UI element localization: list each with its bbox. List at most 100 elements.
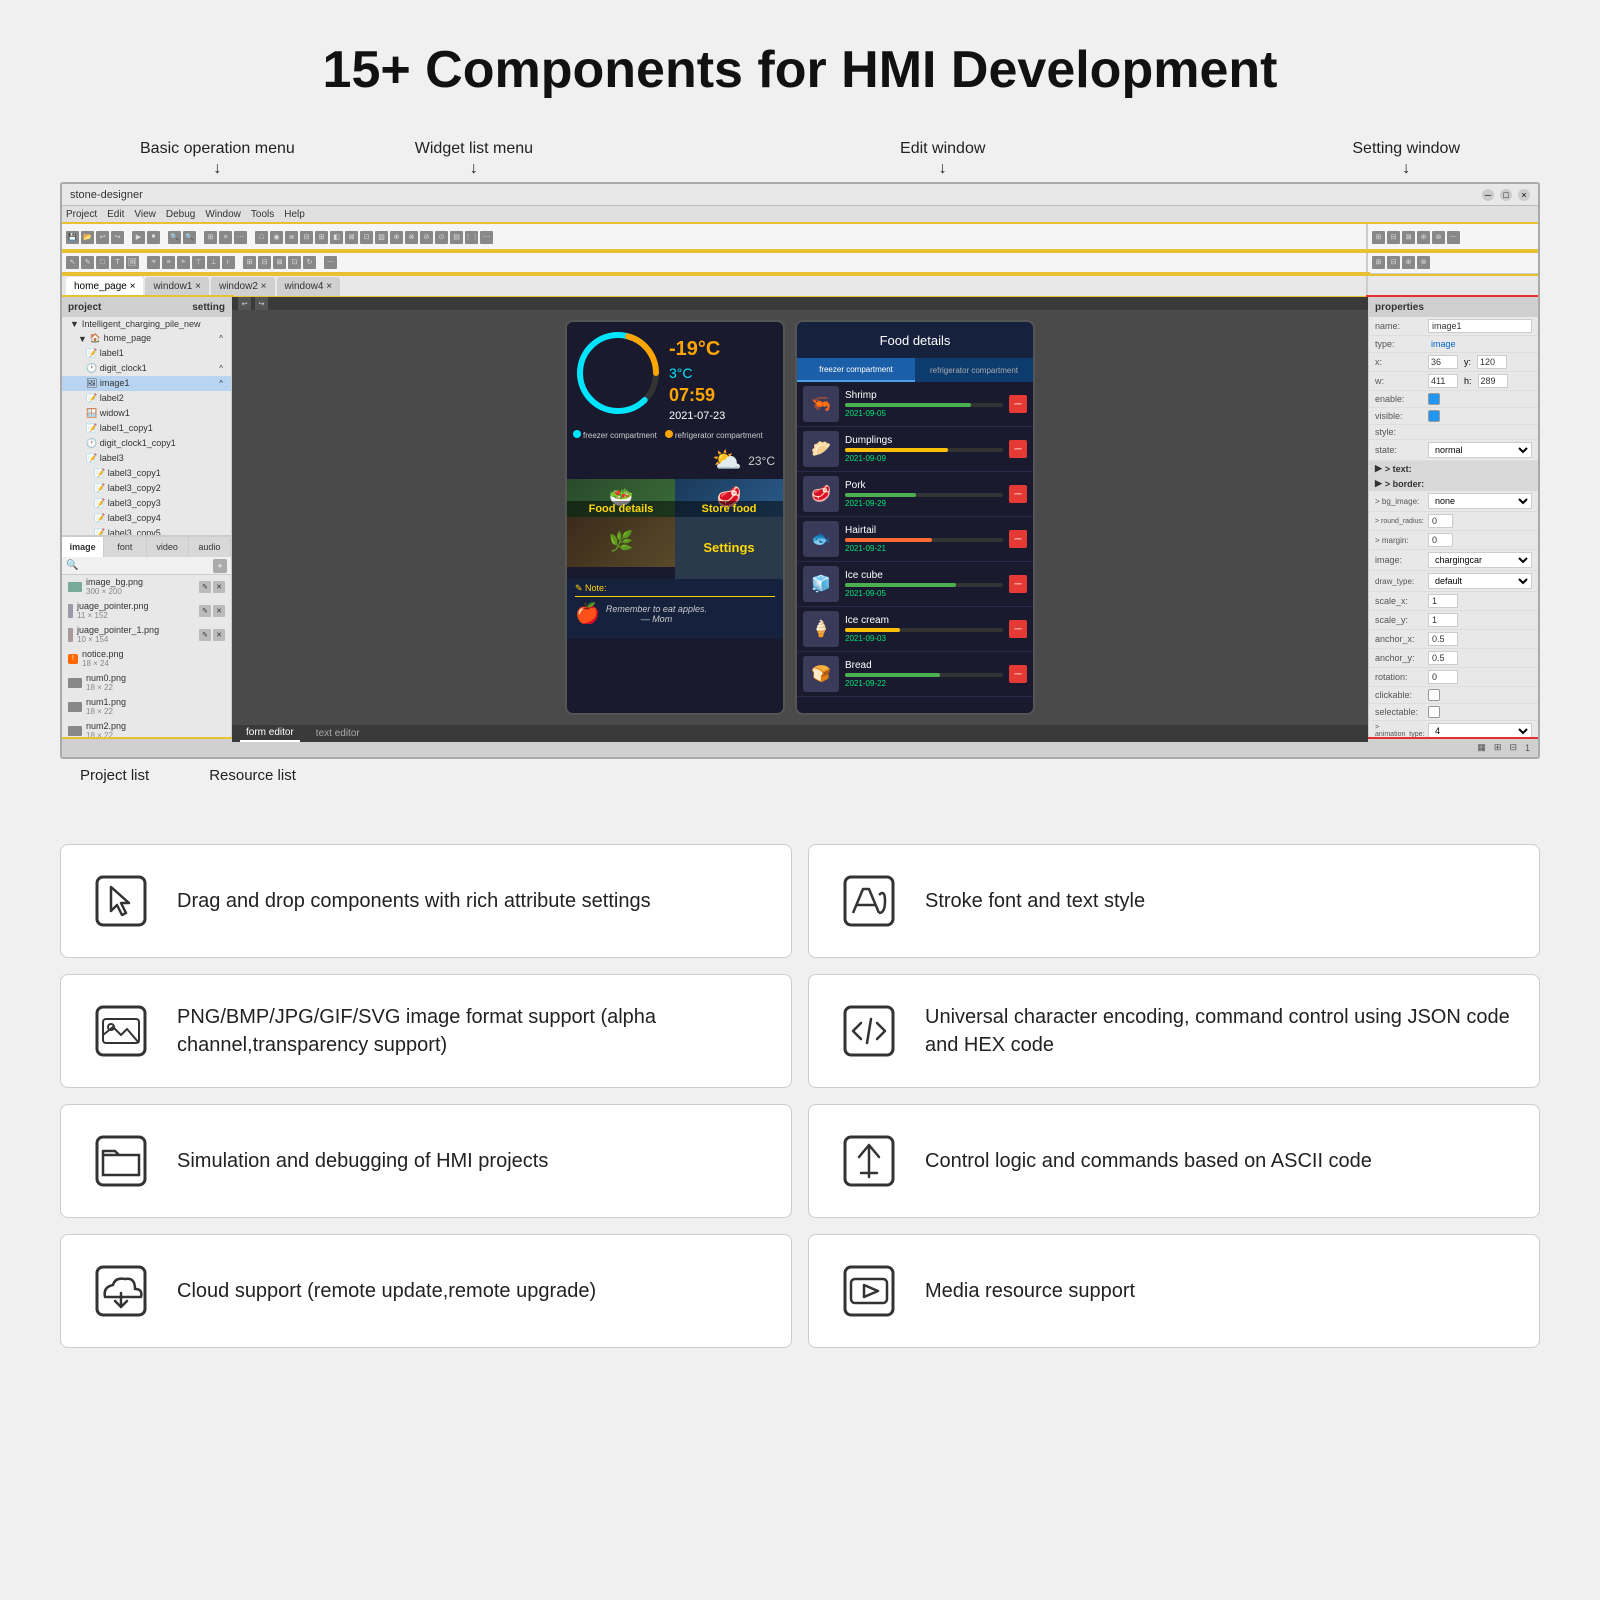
menu-edit[interactable]: Edit: [107, 209, 124, 220]
minimize-button[interactable]: ─: [1482, 189, 1494, 201]
tab-home-page[interactable]: home_page ×: [66, 277, 143, 296]
food-detail-btn[interactable]: 🥗 Food details: [567, 479, 675, 517]
tree-item-label3-copy1[interactable]: 📝 label3_copy1: [62, 466, 231, 481]
res-edit-btn2[interactable]: ✎: [199, 605, 211, 617]
tool-widget3[interactable]: ≣: [285, 231, 298, 244]
tree-item-label3-copy2[interactable]: 📝 label3_copy2: [62, 481, 231, 496]
rtool-1[interactable]: ⊞: [1372, 231, 1385, 244]
res-edit-btn3[interactable]: ✎: [199, 629, 211, 641]
settings-btn[interactable]: Settings: [675, 517, 783, 580]
t2-more[interactable]: ⋯: [324, 256, 337, 269]
tool-widget8[interactable]: ⊡: [360, 231, 373, 244]
prop-visible-checkbox[interactable]: [1428, 410, 1440, 422]
ice-cream-delete-btn[interactable]: ─: [1009, 620, 1027, 638]
rtool-5[interactable]: ⊗: [1432, 231, 1445, 244]
canvas-redo[interactable]: ↪: [255, 297, 268, 310]
t2-pen[interactable]: ✎: [81, 256, 94, 269]
prop-name-input[interactable]: [1428, 319, 1532, 333]
resource-search-input[interactable]: [82, 561, 209, 571]
tree-item-label1[interactable]: 📝 label1: [62, 346, 231, 361]
tool-widget14[interactable]: ▤: [450, 231, 463, 244]
rt2-4[interactable]: ⊗: [1417, 256, 1430, 269]
tool-widget4[interactable]: ⊟: [300, 231, 313, 244]
tool-widget1[interactable]: □: [255, 231, 268, 244]
tree-item-label3-copy4[interactable]: 📝 label3_copy4: [62, 511, 231, 526]
prop-state-select[interactable]: normal: [1428, 442, 1532, 458]
rtool-3[interactable]: ⊠: [1402, 231, 1415, 244]
tool-widget10[interactable]: ⊕: [390, 231, 403, 244]
tool-save[interactable]: 💾: [66, 231, 79, 244]
tab-window1[interactable]: window1 ×: [145, 277, 209, 296]
tool-widget9[interactable]: ▨: [375, 231, 388, 244]
close-button[interactable]: ×: [1518, 189, 1530, 201]
prop-y-input[interactable]: [1477, 355, 1507, 369]
freezer-tab[interactable]: freezer compartment: [797, 358, 915, 382]
prop-scale-x-input[interactable]: [1428, 594, 1458, 608]
res-delete-btn2[interactable]: ✕: [213, 605, 225, 617]
tool-widget12[interactable]: ⊘: [420, 231, 433, 244]
tool-undo[interactable]: ↩: [96, 231, 109, 244]
tool-open[interactable]: 📂: [81, 231, 94, 244]
t2-flip[interactable]: ⊡: [288, 256, 301, 269]
prop-draw-type-select[interactable]: default: [1428, 573, 1532, 589]
refrigerator-tab[interactable]: refrigerator compartment: [915, 358, 1033, 382]
canvas-undo[interactable]: ↩: [238, 297, 251, 310]
canvas-tab-text[interactable]: text editor: [310, 726, 366, 741]
tree-item-label1-copy1[interactable]: 📝 label1_copy1: [62, 421, 231, 436]
t2-distribute[interactable]: ⊠: [273, 256, 286, 269]
rt2-1[interactable]: ⊞: [1372, 256, 1385, 269]
canvas-tab-form[interactable]: form editor: [240, 725, 300, 742]
tree-item-root[interactable]: ▼Intelligent_charging_pile_new: [62, 317, 231, 331]
rtool-2[interactable]: ⊟: [1387, 231, 1400, 244]
prop-clickable-checkbox[interactable]: [1428, 689, 1440, 701]
tool-run[interactable]: ▶: [132, 231, 145, 244]
tool-widget6[interactable]: ◧: [330, 231, 343, 244]
maximize-button[interactable]: □: [1500, 189, 1512, 201]
tool-redo[interactable]: ↪: [111, 231, 124, 244]
tool-widget2[interactable]: ◉: [270, 231, 283, 244]
resource-add-button[interactable]: +: [213, 559, 227, 573]
tool-more1[interactable]: ⋯: [234, 231, 247, 244]
menu-project[interactable]: Project: [66, 209, 97, 220]
prop-w-input[interactable]: [1428, 374, 1458, 388]
tool-stop[interactable]: ⏹: [147, 231, 160, 244]
t2-align-left[interactable]: ⫷: [147, 256, 160, 269]
prop-image-select[interactable]: chargingcar: [1428, 552, 1532, 568]
tool-zoom-in[interactable]: 🔍: [168, 231, 181, 244]
t2-grid2[interactable]: ⊟: [258, 256, 271, 269]
tool-grid[interactable]: ⊞: [204, 231, 217, 244]
tree-item-label3[interactable]: 📝 label3: [62, 451, 231, 466]
rt2-3[interactable]: ⊕: [1402, 256, 1415, 269]
tree-item-digit-clock1-copy1[interactable]: 🕐 digit_clock1_copy1: [62, 436, 231, 451]
rt2-2[interactable]: ⊟: [1387, 256, 1400, 269]
prop-enable-checkbox[interactable]: [1428, 393, 1440, 405]
t2-align-center[interactable]: ≡: [162, 256, 175, 269]
tool-widget11[interactable]: ⊗: [405, 231, 418, 244]
t2-align-mid[interactable]: ⊥: [207, 256, 220, 269]
tree-item-label2[interactable]: 📝 label2: [62, 391, 231, 406]
t2-img[interactable]: 🖼: [126, 256, 139, 269]
res-tab-audio[interactable]: audio: [189, 537, 231, 557]
tool-zoom-out[interactable]: 🔍: [183, 231, 196, 244]
t2-rotate[interactable]: ↻: [303, 256, 316, 269]
res-tab-image[interactable]: image: [62, 537, 104, 557]
ice-cube-delete-btn[interactable]: ─: [1009, 575, 1027, 593]
prop-x-input[interactable]: [1428, 355, 1458, 369]
t2-align-bot[interactable]: ⊦: [222, 256, 235, 269]
tree-item-digit-clock1[interactable]: 🕐 digit_clock1 ^: [62, 361, 231, 376]
t2-text[interactable]: T: [111, 256, 124, 269]
dumplings-delete-btn[interactable]: ─: [1009, 440, 1027, 458]
tool-widget5[interactable]: ⊞: [315, 231, 328, 244]
prop-bg-image-select[interactable]: none: [1428, 493, 1532, 509]
prop-anchor-y-input[interactable]: [1428, 651, 1458, 665]
menu-debug[interactable]: Debug: [166, 209, 195, 220]
hairtail-delete-btn[interactable]: ─: [1009, 530, 1027, 548]
tree-item-widow1[interactable]: 🪟 widow1: [62, 406, 231, 421]
menu-window[interactable]: Window: [205, 209, 241, 220]
tab-window4[interactable]: window4 ×: [277, 277, 341, 296]
res-delete-btn3[interactable]: ✕: [213, 629, 225, 641]
t2-align-top[interactable]: ⊤: [192, 256, 205, 269]
tree-item-label3-copy3[interactable]: 📝 label3_copy3: [62, 496, 231, 511]
menu-view[interactable]: View: [134, 209, 156, 220]
prop-anchor-x-input[interactable]: [1428, 632, 1458, 646]
